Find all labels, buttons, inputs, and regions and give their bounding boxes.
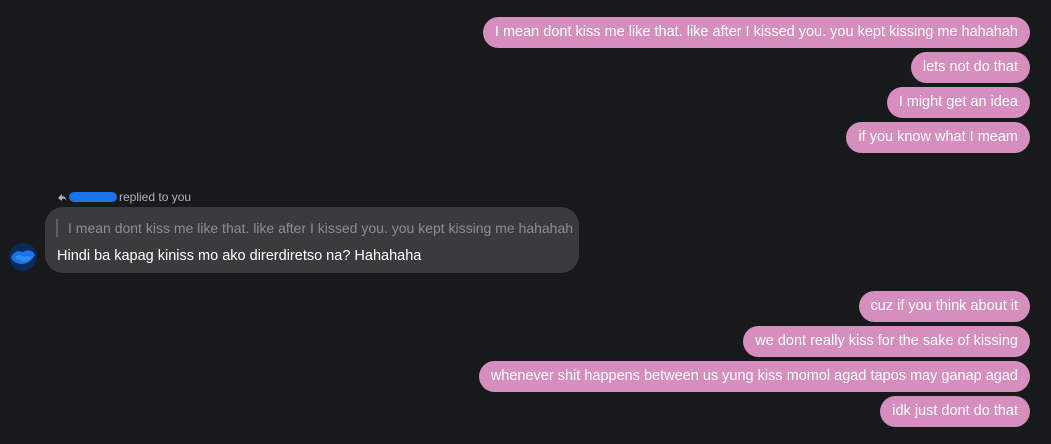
reply-header: replied to you xyxy=(57,189,191,205)
outgoing-message[interactable]: whenever shit happens between us yung ki… xyxy=(478,361,1030,392)
outgoing-message[interactable]: I mean dont kiss me like that. like afte… xyxy=(482,17,1030,48)
outgoing-message[interactable]: idk just dont do that xyxy=(880,396,1030,427)
outgoing-message[interactable]: lets not do that xyxy=(910,52,1030,83)
outgoing-message[interactable]: I might get an idea xyxy=(886,87,1030,118)
avatar[interactable] xyxy=(9,243,37,271)
outgoing-message[interactable]: cuz if you think about it xyxy=(858,291,1030,322)
redacted-username xyxy=(69,192,117,202)
outgoing-message[interactable]: we dont really kiss for the sake of kiss… xyxy=(743,326,1030,357)
quoted-message[interactable]: I mean dont kiss me like that. like afte… xyxy=(56,219,573,237)
outgoing-message[interactable]: if you know what I meam xyxy=(846,122,1030,153)
reply-arrow-icon xyxy=(58,194,67,201)
redacted-avatar-icon xyxy=(9,243,37,271)
reply-header-text: replied to you xyxy=(119,190,192,204)
incoming-message[interactable]: I mean dont kiss me like that. like afte… xyxy=(45,207,579,273)
incoming-message-text: Hindi ba kapag kiniss mo ako direrdirets… xyxy=(57,248,422,264)
chat-thread: I mean dont kiss me like that. like afte… xyxy=(0,0,1051,444)
